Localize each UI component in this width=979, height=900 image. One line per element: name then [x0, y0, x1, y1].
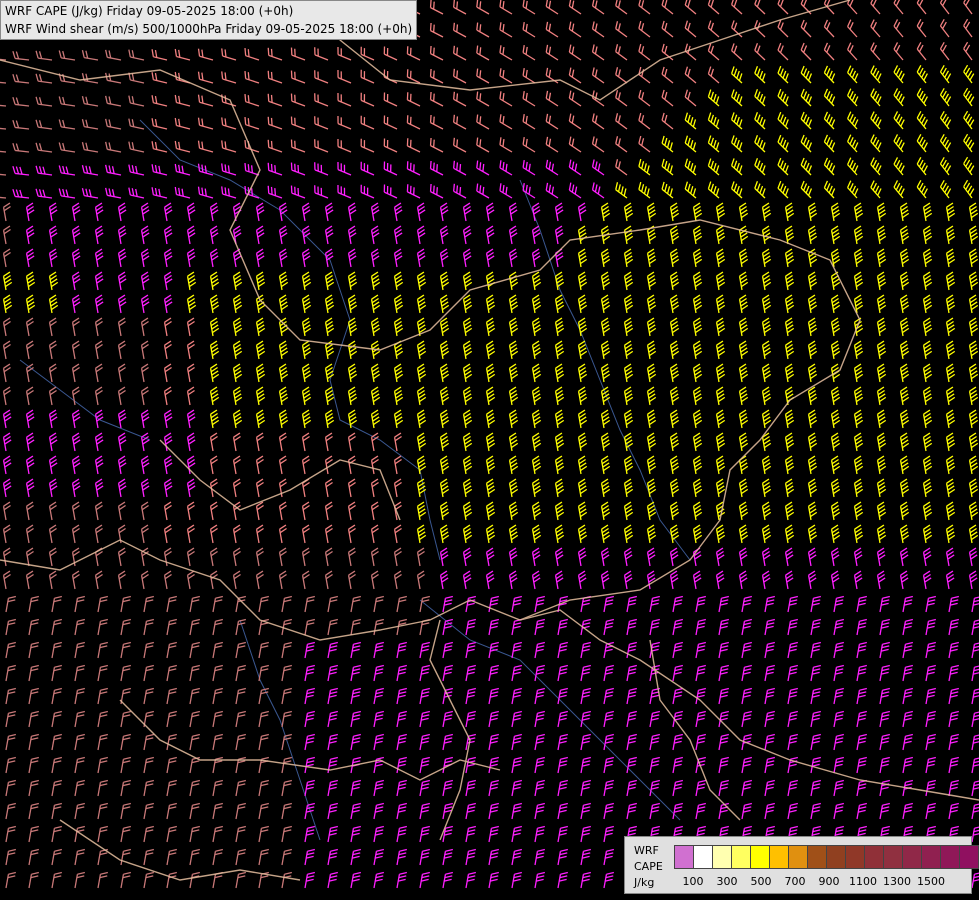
legend-swatch — [902, 845, 922, 869]
wind-shear-title: WRF Wind shear (m/s) 500/1000hPa Friday … — [5, 22, 413, 36]
legend-swatch — [883, 845, 903, 869]
legend-tick-labels: 100 300 500 700 900 1100 1300 1500 — [674, 875, 974, 888]
legend-swatch — [731, 845, 751, 869]
legend-tick-label: 1300 — [883, 875, 911, 888]
legend-swatch — [807, 845, 827, 869]
legend-label-model: WRF — [634, 844, 659, 857]
legend-swatch — [959, 845, 979, 869]
legend-tick-label: 300 — [716, 875, 738, 888]
legend-swatch — [788, 845, 808, 869]
wind-shear-map — [0, 0, 979, 900]
legend-swatch — [674, 845, 694, 869]
legend-swatch — [826, 845, 846, 869]
legend-tick-label: 500 — [750, 875, 772, 888]
legend-color-scale — [674, 845, 979, 869]
legend-tick-label: 100 — [682, 875, 704, 888]
legend-swatch — [864, 845, 884, 869]
legend-tick-label: 900 — [818, 875, 840, 888]
legend-swatch — [693, 845, 713, 869]
legend-tick-label: 1100 — [849, 875, 877, 888]
map-title-box: WRF CAPE (J/kg) Friday 09-05-2025 18:00 … — [0, 0, 418, 40]
cape-title: WRF CAPE (J/kg) Friday 09-05-2025 18:00 … — [5, 4, 294, 18]
legend-swatch — [921, 845, 941, 869]
cape-legend: WRF CAPE J/kg 100 300 500 700 900 1100 1300 150… — [624, 836, 979, 894]
legend-swatch — [940, 845, 960, 869]
legend-label-variable: CAPE — [634, 860, 663, 873]
legend-tick-label: 700 — [784, 875, 806, 888]
legend-label-unit: J/kg — [634, 876, 655, 889]
legend-tick-label: 1500 — [917, 875, 945, 888]
legend-swatch — [845, 845, 865, 869]
legend-swatch — [769, 845, 789, 869]
legend-swatch — [750, 845, 770, 869]
legend-swatch — [712, 845, 732, 869]
